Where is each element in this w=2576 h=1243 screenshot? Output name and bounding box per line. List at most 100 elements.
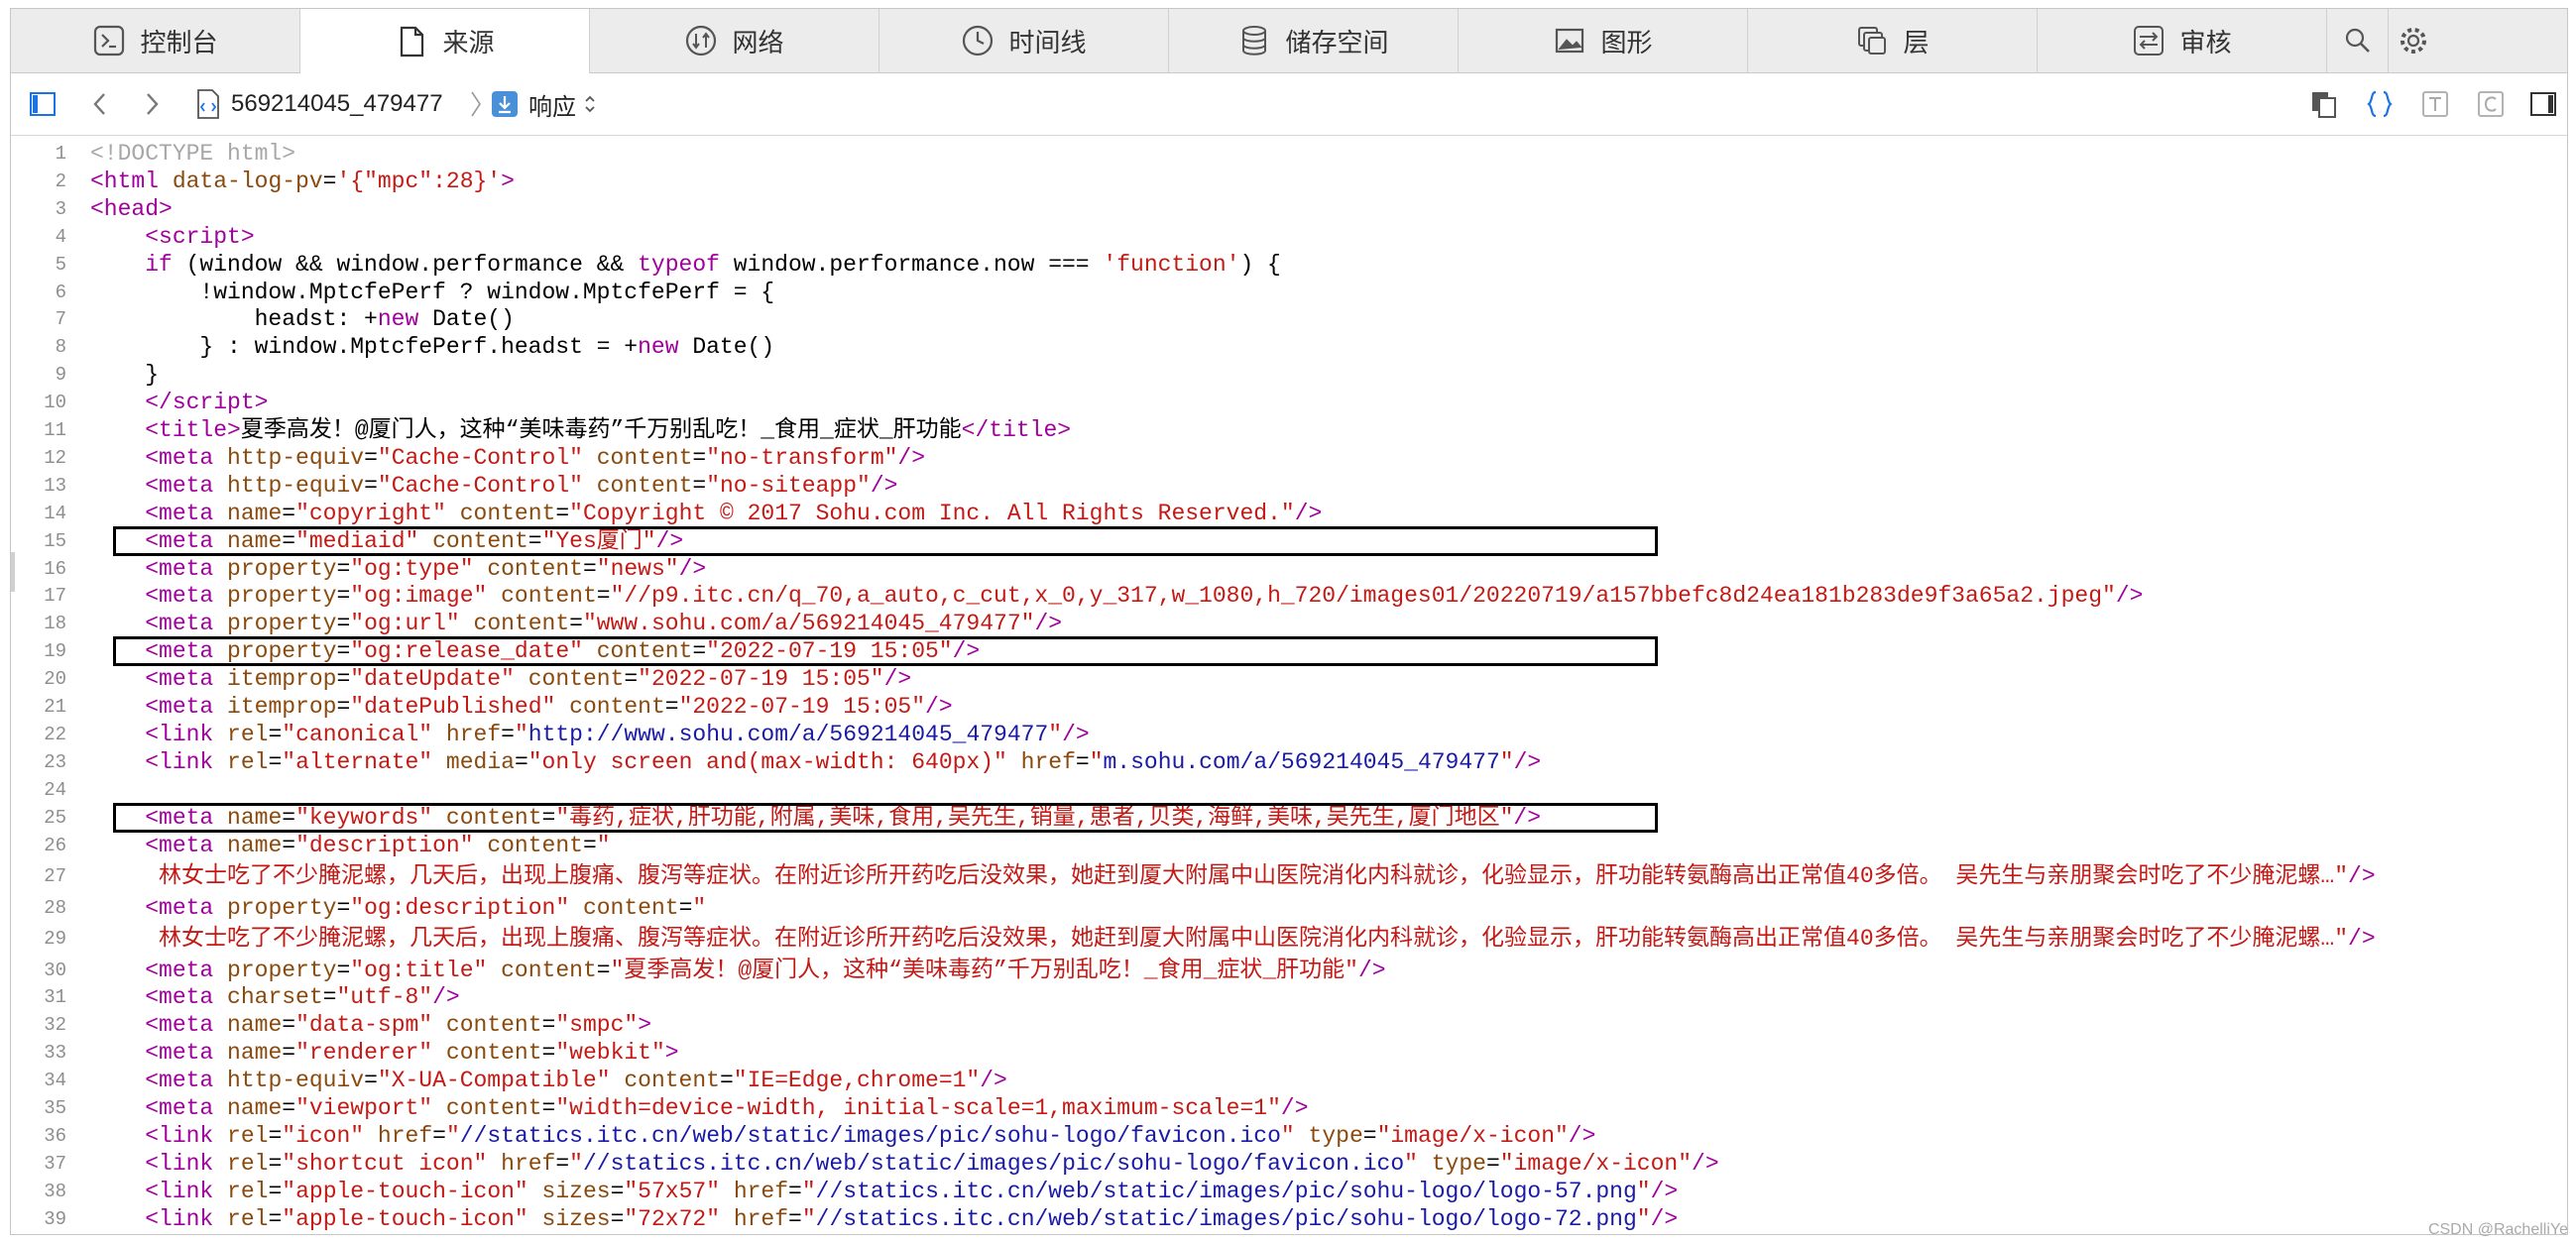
line-source: <meta itemprop="datePublished" content="…	[145, 694, 953, 720]
line-source: <html data-log-pv='{"mpc":28}'>	[90, 168, 515, 194]
file-icon	[401, 26, 424, 56]
html-file-icon	[197, 89, 219, 119]
database-icon	[1242, 26, 1267, 56]
gear-icon	[2400, 28, 2426, 54]
line-number: 5	[55, 253, 66, 276]
image-icon	[1556, 28, 1584, 54]
line-number: 33	[44, 1042, 66, 1065]
line-source: <meta name="description" content="	[145, 832, 611, 858]
response-selector[interactable]: 响应	[491, 73, 598, 135]
line-number: 37	[44, 1152, 66, 1175]
line-number: 17	[44, 585, 66, 608]
line-source: <head>	[90, 195, 173, 222]
line-number: 29	[44, 928, 66, 950]
breadcrumb-resource[interactable]: 569214045_479477	[195, 73, 443, 135]
search-icon	[2345, 28, 2370, 53]
line-number: 24	[44, 778, 66, 801]
breadcrumb-separator	[469, 73, 483, 135]
line-source: <meta name="viewport" content="width=dev…	[145, 1095, 1309, 1121]
code-type-button[interactable]	[2476, 73, 2506, 135]
text-icon	[2422, 91, 2448, 117]
sources-toolbar: 569214045_479477 响应	[11, 73, 2567, 136]
pretty-print-button[interactable]	[2365, 73, 2395, 135]
forward-button[interactable]	[140, 73, 164, 135]
copy-icon	[2312, 92, 2336, 118]
chevron-right-icon	[147, 93, 159, 115]
sidebar-right-icon	[2530, 92, 2556, 116]
line-source: <meta http-equiv="Cache-Control" content…	[145, 472, 898, 499]
line-source: <link rel="alternate" media="only screen…	[145, 748, 1542, 775]
settings-button[interactable]	[2389, 9, 2438, 72]
watermark: CSDN @RachelliYe	[2427, 1221, 2568, 1238]
network-icon	[686, 25, 717, 56]
tab-label: 网络	[732, 27, 784, 57]
line-source: <meta property="og:url" content="www.soh…	[145, 611, 1063, 637]
line-number: 30	[44, 959, 66, 981]
line-number: 14	[44, 502, 66, 524]
line-source: <link rel="shortcut icon" href="//static…	[145, 1150, 1719, 1177]
copy-button[interactable]	[2309, 73, 2339, 135]
tab-console[interactable]: 控制台	[11, 9, 300, 72]
line-number: 32	[44, 1014, 66, 1037]
line-number: 38	[44, 1180, 66, 1202]
tab-layers[interactable]: 层	[1748, 9, 2038, 72]
line-number: 39	[44, 1207, 66, 1230]
line-number: 3	[55, 197, 66, 220]
line-source: <link rel="canonical" href="http://www.s…	[145, 721, 1090, 747]
line-source: </script>	[145, 390, 269, 416]
line-number: 12	[44, 446, 66, 469]
line-source: !window.MptcfePerf ? window.MptcfePerf =…	[90, 279, 775, 305]
layers-icon	[1858, 27, 1887, 55]
tab-label: 图形	[1600, 27, 1653, 57]
line-number: 1	[55, 143, 66, 165]
line-source: <link rel="icon" href="//statics.itc.cn/…	[145, 1122, 1596, 1149]
line-number: 26	[44, 834, 66, 856]
line-source: 林女士吃了不少腌泥螺，几天后，出现上腹痛、腹泻等症状。在附近诊所开药吃后没效果，…	[159, 863, 2376, 889]
navigation-sidebar-toggle[interactable]	[29, 73, 57, 135]
line-number: 16	[44, 557, 66, 580]
line-source: <meta property="og:type" content="news"/…	[145, 555, 707, 582]
line-source: <title>夏季高发！@厦门人，这种“美味毒药”千万别乱吃！_食用_症状_肝功…	[145, 417, 1072, 443]
details-sidebar-toggle[interactable]	[2529, 73, 2557, 135]
line-number: 8	[55, 336, 66, 359]
line-number: 2	[55, 170, 66, 192]
line-number: 27	[44, 865, 66, 887]
tab-label: 时间线	[1008, 27, 1087, 57]
tab-timelines[interactable]: 时间线	[879, 9, 1169, 72]
back-button[interactable]	[88, 73, 112, 135]
line-number: 34	[44, 1070, 66, 1092]
line-number: 6	[55, 281, 66, 303]
search-button[interactable]	[2327, 9, 2389, 72]
line-number: 15	[44, 529, 66, 552]
tab-label: 层	[1903, 27, 1930, 57]
tab-graphics[interactable]: 图形	[1459, 9, 1748, 72]
sidebar-left-icon	[30, 92, 56, 116]
tab-sources[interactable]: 来源	[300, 9, 590, 73]
line-number: 4	[55, 225, 66, 248]
chevron-updown-icon	[585, 95, 595, 113]
line-source: <meta name="keywords" content="毒药,症状,肝功能…	[145, 804, 1542, 831]
source-code-view[interactable]: 1 <!DOCTYPE html> 2 <html data-log-pv='{"mp…	[11, 136, 2567, 1234]
line-number: 35	[44, 1097, 66, 1119]
text-type-button[interactable]	[2420, 73, 2450, 135]
line-source: <meta name="mediaid" content="Yes厦门"/>	[145, 527, 684, 554]
line-source: 林女士吃了不少腌泥螺，几天后，出现上腹痛、腹泻等症状。在附近诊所开药吃后没效果，…	[159, 926, 2376, 952]
web-inspector-window: 控制台 来源 网络 时间线 储存空间 图形 层 审核 569214045_479…	[10, 8, 2568, 1235]
line-source: <link rel="apple-touch-icon" sizes="57x5…	[145, 1178, 1679, 1204]
clock-icon	[963, 25, 994, 56]
line-number: 25	[44, 806, 66, 829]
tab-network[interactable]: 网络	[590, 9, 879, 72]
tab-label: 审核	[2179, 27, 2232, 57]
line-source: <meta property="og:image" content="//p9.…	[145, 583, 2144, 610]
line-source: <meta itemprop="dateUpdate" content="202…	[145, 666, 912, 693]
tab-storage[interactable]: 储存空间	[1169, 9, 1459, 72]
line-source: <meta http-equiv="Cache-Control" content…	[145, 444, 926, 471]
tab-audit[interactable]: 审核	[2038, 9, 2327, 72]
line-number: 10	[44, 392, 66, 414]
line-source: if (window && window.performance && type…	[145, 251, 1281, 278]
resource-name: 569214045_479477	[231, 90, 443, 117]
breadcrumb-chevron-icon	[471, 91, 481, 117]
line-source: } : window.MptcfePerf.headst = +new Date…	[90, 334, 775, 361]
tab-label: 储存空间	[1285, 27, 1389, 57]
line-source: }	[90, 362, 160, 389]
